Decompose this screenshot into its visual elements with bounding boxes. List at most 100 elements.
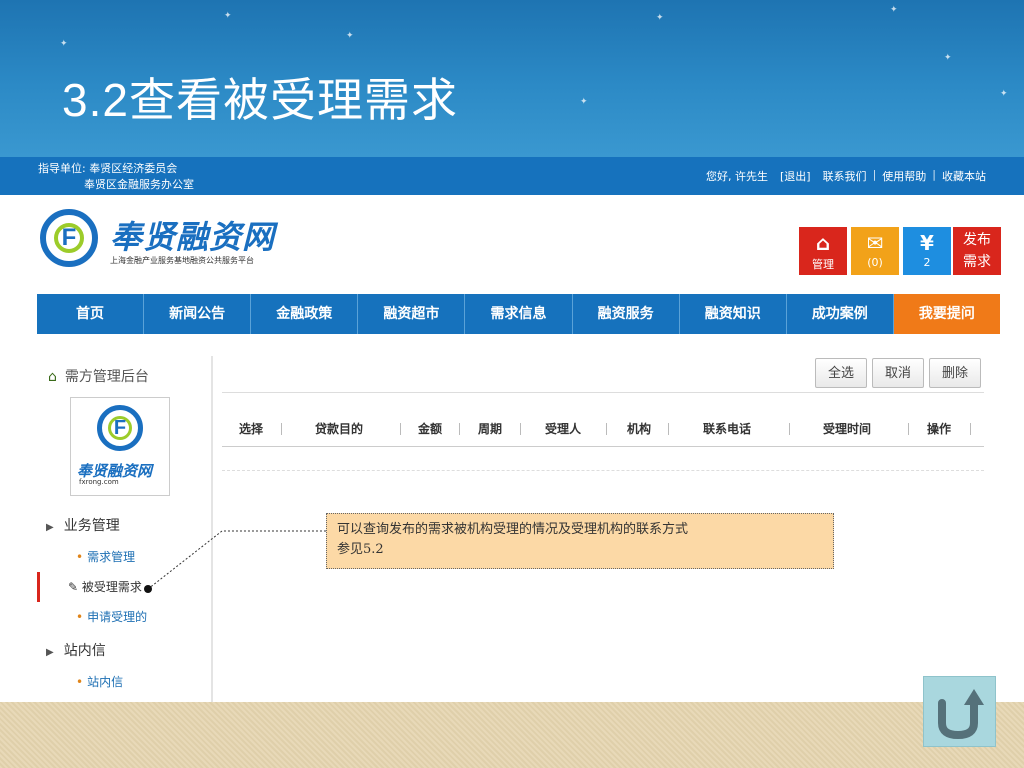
star-decoration: ✦	[580, 97, 588, 107]
home-icon: ⌂	[815, 231, 831, 255]
column-separator	[400, 423, 401, 435]
top-links: 您好, 许先生 [退出] 联系我们 | 使用帮助 | 收藏本站	[700, 168, 992, 184]
main-nav: 首页 新闻公告 金融政策 融资超市 需求信息 融资服务 融资知识 成功案例 我要…	[37, 294, 1000, 334]
column-separator	[970, 423, 971, 435]
column-header-time: 受理时间	[823, 422, 872, 436]
column-header-select: 选择	[239, 422, 264, 436]
nav-market[interactable]: 融资超市	[358, 294, 466, 334]
sidebar-item-label: 需求管理	[87, 550, 136, 564]
post-demand-button[interactable]: 发布 需求	[953, 227, 1001, 275]
help-link[interactable]: 使用帮助	[876, 168, 932, 184]
logo-letter: F	[61, 224, 77, 251]
sidebar-section-label: 业务管理	[63, 518, 120, 534]
back-button[interactable]	[923, 676, 996, 747]
star-decoration: ✦	[890, 5, 898, 15]
guide-unit-line2: 奉贤区金融服务办公室	[84, 178, 194, 191]
yen-count: 2	[923, 256, 931, 269]
sidebar-item-accepted-demand[interactable]: ✎ 被受理需求	[68, 578, 142, 595]
divider: |	[872, 168, 877, 181]
column-separator	[668, 423, 669, 435]
greeting-text: 您好, 许先生	[705, 170, 768, 183]
star-decoration: ✦	[346, 31, 354, 41]
sidebar-logo-domain: fxrong.com	[79, 478, 119, 486]
sidebar-title: ⌂ 需方管理后台	[48, 366, 149, 386]
star-decoration: ✦	[656, 13, 664, 23]
triangle-right-icon: ▶	[46, 647, 54, 658]
post-label-line2: 需求	[963, 254, 991, 270]
post-label-line1: 发布	[963, 232, 991, 248]
column-separator	[789, 423, 790, 435]
manage-label: 管理	[812, 258, 834, 271]
bullet-icon: •	[76, 675, 84, 689]
column-separator	[606, 423, 607, 435]
nav-knowledge[interactable]: 融资知识	[680, 294, 787, 334]
cancel-button[interactable]: 取消	[872, 358, 924, 388]
nav-ask[interactable]: 我要提问	[893, 294, 1000, 334]
callout-line2: 参见5.2	[337, 542, 384, 557]
sidebar-item-inbox[interactable]: • 站内信	[76, 673, 123, 690]
column-header-purpose: 贷款目的	[315, 422, 364, 436]
callout-connector	[144, 530, 326, 593]
annotation-callout: 可以查询发布的需求被机构受理的情况及受理机构的联系方式 参见5.2	[326, 513, 834, 569]
column-header-org: 机构	[627, 422, 652, 436]
nav-demand-info[interactable]: 需求信息	[465, 294, 573, 334]
callout-line1: 可以查询发布的需求被机构受理的情况及受理机构的联系方式	[337, 522, 689, 537]
column-header-phone: 联系电话	[703, 422, 752, 436]
contact-link[interactable]: 联系我们	[817, 168, 873, 184]
manage-button[interactable]: ⌂ 管理	[799, 227, 847, 275]
divider: |	[932, 168, 936, 181]
nav-services[interactable]: 融资服务	[573, 294, 680, 334]
bookmark-link[interactable]: 收藏本站	[936, 168, 992, 184]
divider	[222, 470, 984, 471]
guide-unit-line1: 指导单位: 奉贤区经济委员会	[38, 162, 178, 175]
column-separator	[459, 423, 460, 435]
logout-link[interactable]: [退出]	[774, 168, 817, 184]
nav-cases[interactable]: 成功案例	[787, 294, 894, 334]
sidebar-title-text: 需方管理后台	[64, 369, 149, 385]
divider	[222, 446, 984, 447]
column-separator	[520, 423, 521, 435]
bottom-band	[0, 702, 1024, 768]
star-decoration: ✦	[224, 11, 232, 21]
home-icon: ⌂	[48, 369, 57, 385]
nav-news[interactable]: 新闻公告	[144, 294, 252, 334]
sidebar-section-messages[interactable]: ▶ 站内信	[46, 640, 106, 660]
active-indicator	[37, 572, 40, 602]
site-logo-icon[interactable]: F	[40, 209, 98, 267]
sidebar-section-business[interactable]: ▶ 业务管理	[46, 515, 120, 535]
nav-home[interactable]: 首页	[37, 294, 145, 334]
yen-icon: ¥	[920, 231, 934, 255]
mail-icon: ✉	[866, 231, 884, 255]
column-separator	[908, 423, 909, 435]
logo-letter: F	[113, 417, 127, 439]
sidebar-logo: F 奉贤融资网 fxrong.com	[70, 397, 170, 496]
nav-policy[interactable]: 金融政策	[251, 294, 359, 334]
column-header-action: 操作	[927, 422, 952, 436]
sidebar-section-label: 站内信	[63, 643, 106, 659]
star-decoration: ✦	[60, 39, 68, 49]
bullet-icon: •	[76, 610, 84, 624]
return-arrow-icon	[938, 689, 984, 740]
slide-header: ✦ ✦ ✦ ✦ ✦ ✦ ✦ ✦ 3.2查看被受理需求	[0, 0, 1024, 157]
column-header-period: 周期	[478, 422, 503, 436]
yen-button[interactable]: ¥ 2	[903, 227, 951, 275]
slide-title: 3.2查看被受理需求	[62, 74, 458, 126]
site-logo-name[interactable]: 奉贤融资网	[110, 212, 275, 258]
bullet-icon: •	[76, 550, 84, 564]
sidebar-item-demand-manage[interactable]: • 需求管理	[76, 548, 135, 565]
column-header-amount: 金额	[418, 422, 443, 436]
star-decoration: ✦	[1000, 89, 1008, 99]
site-topbar: 指导单位: 奉贤区经济委员会 奉贤区金融服务办公室 您好, 许先生 [退出] 联…	[0, 157, 1024, 195]
pencil-icon: ✎	[68, 580, 79, 594]
select-all-button[interactable]: 全选	[815, 358, 867, 388]
star-decoration: ✦	[944, 53, 952, 63]
delete-button[interactable]: 删除	[929, 358, 981, 388]
mail-button[interactable]: ✉ (0)	[851, 227, 899, 275]
sidebar-item-label: 申请受理的	[87, 610, 148, 624]
column-header-handler: 受理人	[545, 422, 582, 436]
divider	[222, 392, 984, 393]
site-logo-subtitle: 上海金融产业服务基地融资公共服务平台	[110, 256, 254, 265]
sidebar-item-label: 站内信	[87, 675, 124, 689]
column-separator	[281, 423, 282, 435]
sidebar-item-applied[interactable]: • 申请受理的	[76, 608, 147, 625]
